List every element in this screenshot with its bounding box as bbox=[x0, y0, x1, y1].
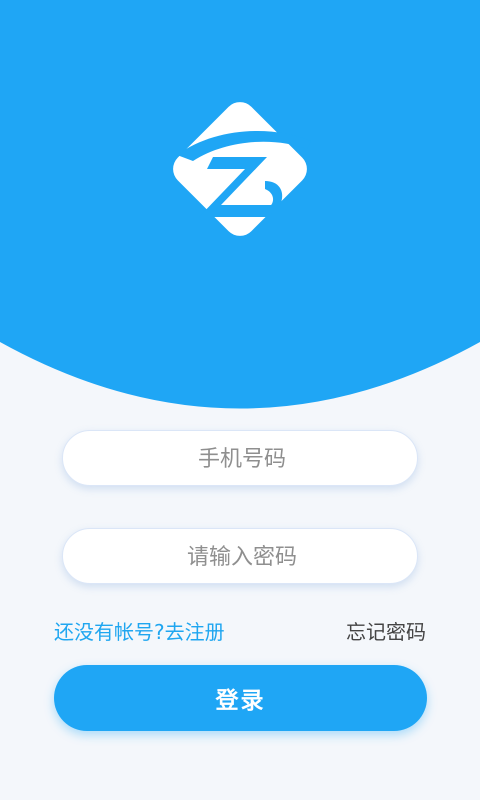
app-logo-icon bbox=[173, 102, 311, 236]
password-input[interactable] bbox=[63, 529, 421, 585]
forgot-password-link[interactable]: 忘记密码 bbox=[346, 616, 426, 645]
phone-input[interactable] bbox=[63, 431, 421, 487]
register-link[interactable]: 还没有帐号?去注册 bbox=[54, 616, 225, 645]
phone-field[interactable] bbox=[62, 430, 421, 487]
login-button[interactable]: 登录 bbox=[54, 665, 427, 731]
password-field[interactable] bbox=[62, 528, 421, 585]
